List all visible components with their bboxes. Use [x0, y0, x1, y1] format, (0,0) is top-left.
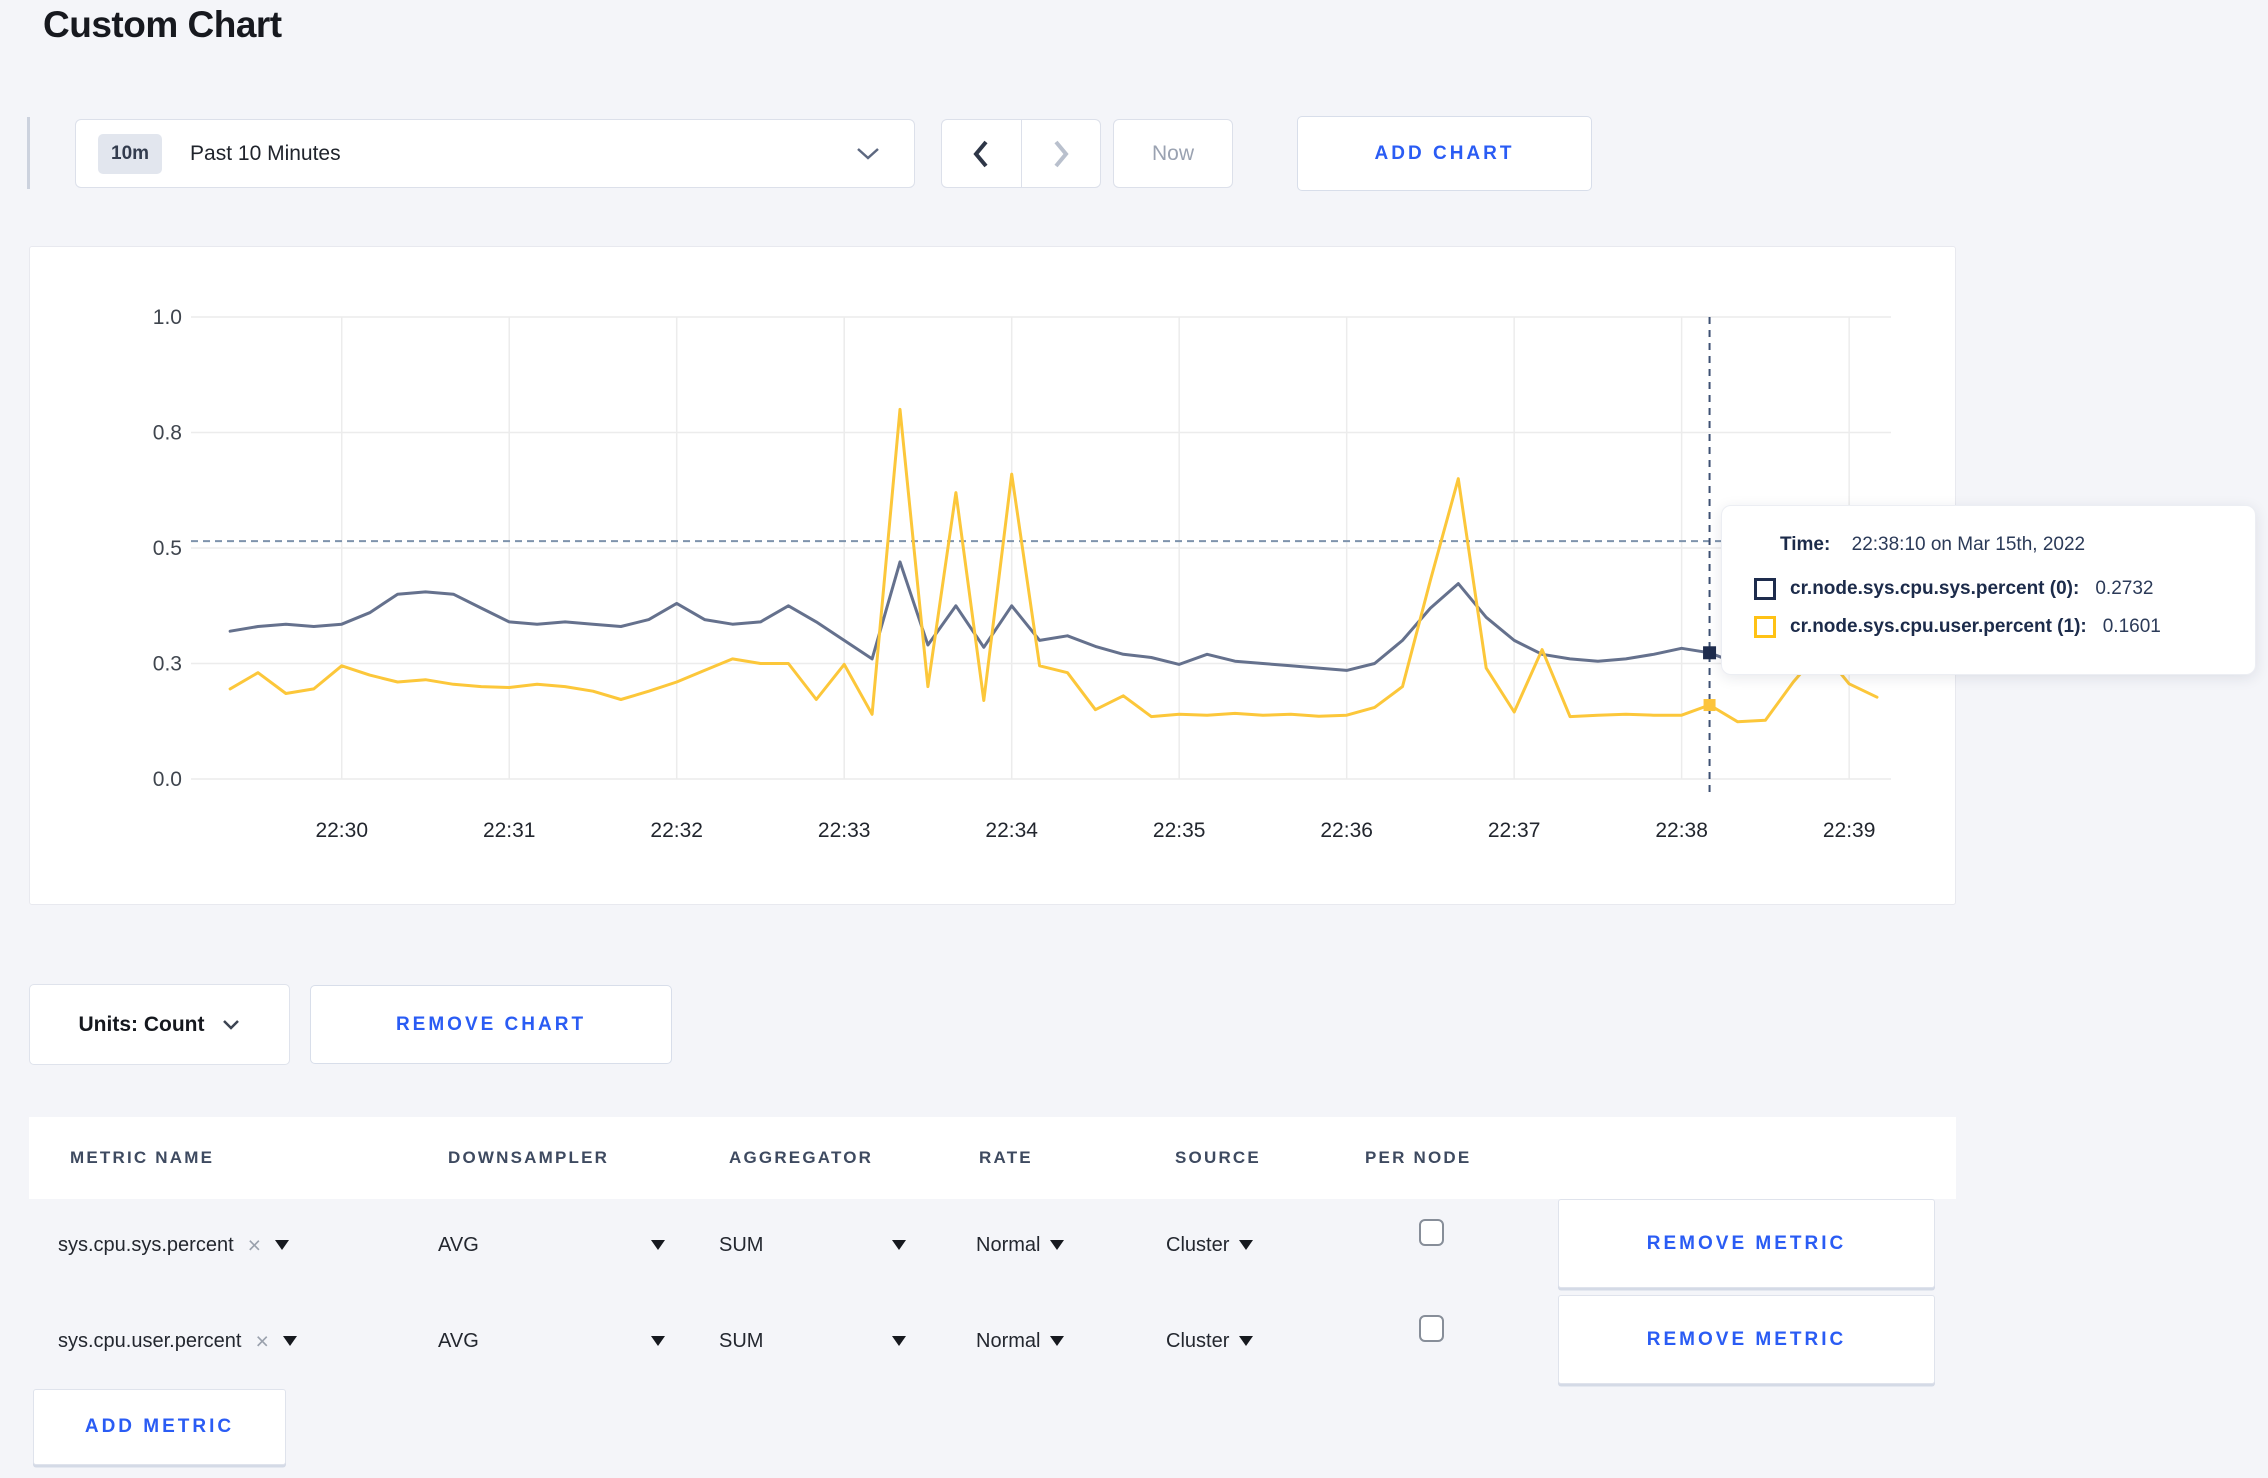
svg-text:22:33: 22:33 [818, 819, 871, 842]
header-rate: RATE [979, 1148, 1033, 1167]
custom-chart-page: Custom Chart 10m Past 10 Minutes Now ADD… [0, 0, 2268, 1478]
dropdown-caret-icon [651, 1336, 665, 1346]
svg-text:22:34: 22:34 [985, 819, 1038, 842]
remove-metric-button[interactable]: REMOVE METRIC [1558, 1199, 1935, 1288]
svg-text:1.0: 1.0 [153, 306, 182, 329]
clear-metric-icon[interactable]: × [255, 1329, 268, 1353]
line-chart[interactable]: 0.0 0.3 0.5 0.8 1.0 22:30 22:31 22:32 22:33 22:34… [30, 247, 1955, 904]
chevron-left-icon [973, 140, 988, 167]
time-pager [941, 119, 1101, 188]
downsampler-select[interactable]: AVG [438, 1199, 665, 1291]
dropdown-caret-icon[interactable] [275, 1240, 290, 1250]
svg-text:0.0: 0.0 [153, 768, 182, 791]
remove-chart-button[interactable]: REMOVE CHART [310, 985, 672, 1064]
svg-text:0.3: 0.3 [153, 653, 182, 676]
rate-select[interactable]: Normal [976, 1199, 1065, 1291]
svg-text:22:31: 22:31 [483, 819, 536, 842]
add-chart-button[interactable]: ADD CHART [1297, 116, 1592, 191]
units-label: Units: Count [78, 1012, 205, 1036]
svg-text:22:37: 22:37 [1488, 819, 1541, 842]
header-aggregator: AGGREGATOR [729, 1148, 874, 1167]
tooltip-series-name: cr.node.sys.cpu.sys.percent (0): [1790, 578, 2080, 599]
rate-value: Normal [976, 1233, 1041, 1256]
downsampler-value: AVG [438, 1233, 479, 1256]
units-dropdown[interactable]: Units: Count [29, 984, 290, 1065]
svg-text:22:36: 22:36 [1320, 819, 1373, 842]
tooltip-series-value: 0.2732 [2095, 578, 2154, 599]
time-range-label: Past 10 Minutes [190, 141, 341, 165]
header-per-node: PER NODE [1365, 1148, 1472, 1167]
add-metric-button[interactable]: ADD METRIC [33, 1389, 286, 1465]
source-select[interactable]: Cluster [1166, 1199, 1254, 1291]
header-downsampler: DOWNSAMPLER [448, 1148, 610, 1167]
chevron-right-icon [1054, 140, 1069, 167]
rate-select[interactable]: Normal [976, 1295, 1065, 1387]
source-value: Cluster [1166, 1329, 1230, 1352]
now-button[interactable]: Now [1113, 119, 1233, 188]
user-series-swatch-icon [1754, 616, 1776, 638]
tooltip-time-row: Time: 22:38:10 on Mar 15th, 2022 [1780, 534, 2235, 556]
clear-metric-icon[interactable]: × [248, 1233, 261, 1257]
time-range-selector[interactable]: 10m Past 10 Minutes [75, 119, 915, 188]
remove-metric-button[interactable]: REMOVE METRIC [1558, 1295, 1935, 1384]
downsampler-select[interactable]: AVG [438, 1295, 665, 1387]
metric-row: sys.cpu.sys.percent × AVG SUM Normal Clu… [29, 1199, 1956, 1291]
tooltip-series-row: cr.node.sys.cpu.sys.percent (0): 0.2732 [1754, 578, 2235, 600]
dropdown-caret-icon [1239, 1240, 1254, 1250]
tooltip-series-row: cr.node.sys.cpu.user.percent (1): 0.1601 [1754, 616, 2235, 638]
page-title: Custom Chart [43, 4, 282, 45]
toolbar-divider [27, 117, 30, 189]
dropdown-caret-icon [892, 1240, 906, 1250]
tooltip-time-label: Time: [1780, 534, 1831, 555]
metric-name-value: sys.cpu.user.percent [58, 1329, 242, 1352]
time-range-badge: 10m [98, 133, 163, 174]
tooltip-series-name: cr.node.sys.cpu.user.percent (1): [1790, 616, 2087, 637]
svg-text:22:38: 22:38 [1655, 819, 1708, 842]
tooltip-time-value: 22:38:10 on Mar 15th, 2022 [1851, 534, 2086, 555]
metrics-table-header: METRIC NAME DOWNSAMPLER AGGREGATOR RATE … [29, 1117, 1956, 1199]
metric-name-field[interactable]: sys.cpu.user.percent × [58, 1295, 297, 1387]
chart-panel: 0.0 0.3 0.5 0.8 1.0 22:30 22:31 22:32 22:33 22:34… [29, 246, 1956, 905]
header-source: SOURCE [1175, 1148, 1261, 1167]
per-node-checkbox[interactable] [1419, 1219, 1444, 1246]
rate-value: Normal [976, 1329, 1041, 1352]
svg-text:22:39: 22:39 [1823, 819, 1876, 842]
chart-tooltip: Time: 22:38:10 on Mar 15th, 2022 cr.node… [1721, 505, 2256, 675]
source-value: Cluster [1166, 1233, 1230, 1256]
downsampler-value: AVG [438, 1329, 479, 1352]
chevron-down-icon [223, 1020, 240, 1030]
metric-name-value: sys.cpu.sys.percent [58, 1233, 234, 1256]
aggregator-value: SUM [719, 1233, 764, 1256]
metric-name-field[interactable]: sys.cpu.sys.percent × [58, 1199, 290, 1291]
tooltip-series-value: 0.1601 [2102, 616, 2161, 637]
svg-text:0.8: 0.8 [153, 422, 182, 445]
source-select[interactable]: Cluster [1166, 1295, 1254, 1387]
svg-text:22:30: 22:30 [315, 819, 368, 842]
next-time-button[interactable] [1022, 120, 1101, 187]
aggregator-select[interactable]: SUM [719, 1199, 906, 1291]
metric-row: sys.cpu.user.percent × AVG SUM Normal Cl… [29, 1295, 1956, 1387]
svg-text:22:32: 22:32 [650, 819, 703, 842]
dropdown-caret-icon[interactable] [282, 1336, 297, 1346]
dropdown-caret-icon [1050, 1336, 1065, 1346]
dropdown-caret-icon [1239, 1336, 1254, 1346]
svg-text:0.5: 0.5 [153, 537, 182, 560]
per-node-checkbox[interactable] [1419, 1315, 1444, 1342]
prev-time-button[interactable] [942, 120, 1022, 187]
header-metric-name: METRIC NAME [70, 1148, 215, 1167]
svg-text:22:35: 22:35 [1153, 819, 1206, 842]
sys-series-swatch-icon [1754, 578, 1776, 600]
aggregator-value: SUM [719, 1329, 764, 1352]
chevron-down-icon [857, 147, 879, 160]
dropdown-caret-icon [1050, 1240, 1065, 1250]
dropdown-caret-icon [651, 1240, 665, 1250]
aggregator-select[interactable]: SUM [719, 1295, 906, 1387]
dropdown-caret-icon [892, 1336, 906, 1346]
